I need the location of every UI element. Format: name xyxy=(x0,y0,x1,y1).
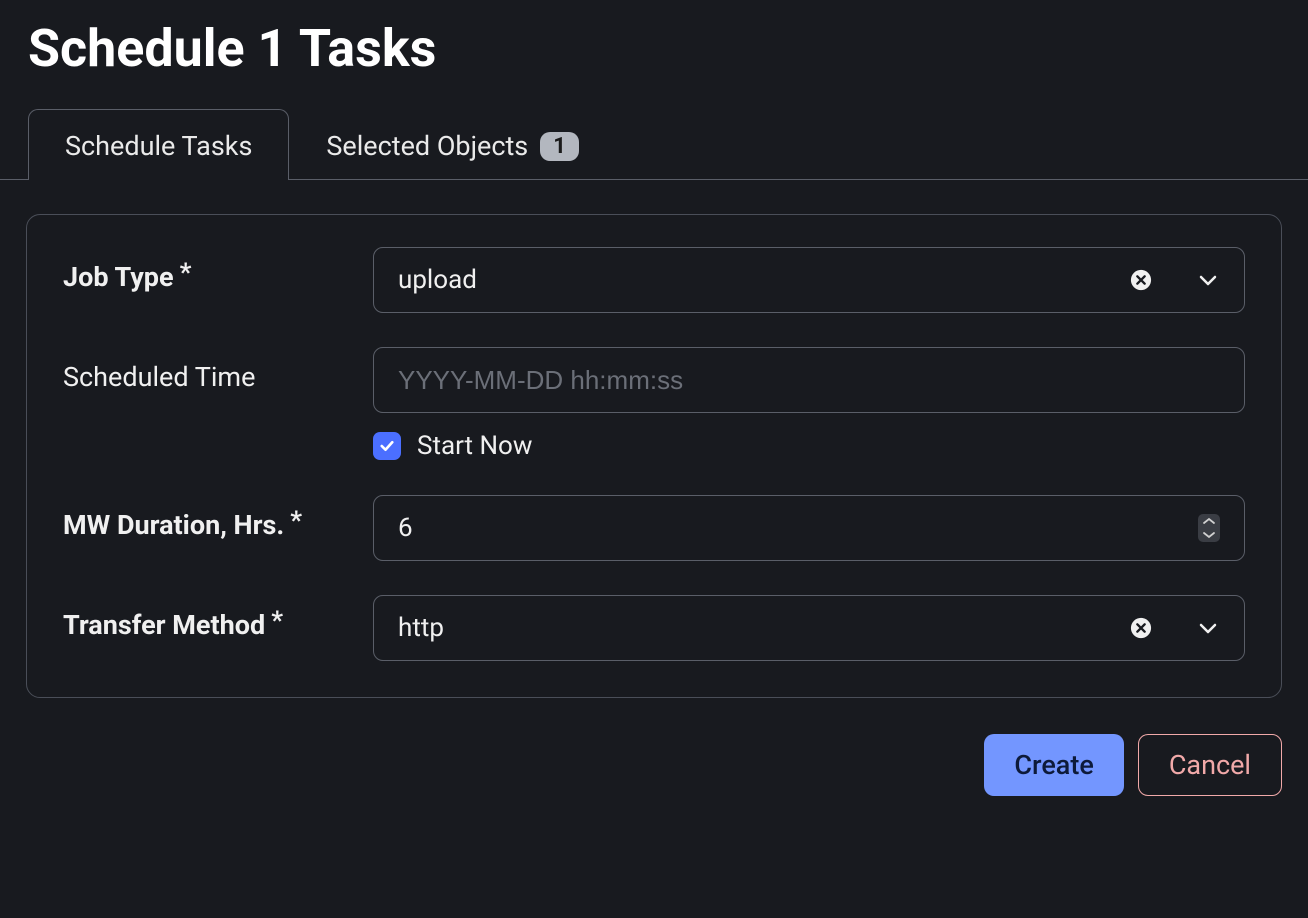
chevron-down-icon[interactable] xyxy=(1196,268,1220,292)
chevron-down-icon[interactable] xyxy=(1196,616,1220,640)
start-now-checkbox[interactable] xyxy=(373,432,401,460)
tabs-container: Schedule Tasks Selected Objects 1 xyxy=(0,109,1308,180)
label-scheduled-time: Scheduled Time xyxy=(63,347,373,393)
tab-selected-objects[interactable]: Selected Objects 1 xyxy=(325,109,579,180)
required-asterisk: * xyxy=(271,606,283,636)
transfer-method-select[interactable]: http xyxy=(373,595,1245,661)
page-title: Schedule 1 Tasks xyxy=(0,0,1308,109)
selected-objects-count-badge: 1 xyxy=(540,132,579,161)
form-panel: Job Type * upload Scheduled Time xyxy=(26,214,1282,698)
required-asterisk: * xyxy=(180,258,192,288)
label-job-type: Job Type * xyxy=(63,247,373,293)
job-type-value: upload xyxy=(398,265,1130,295)
active-tab-mask xyxy=(29,179,288,181)
label-job-type-text: Job Type xyxy=(63,261,174,293)
create-button[interactable]: Create xyxy=(984,734,1123,796)
tab-selected-objects-label: Selected Objects xyxy=(326,130,528,162)
label-scheduled-time-text: Scheduled Time xyxy=(63,361,255,393)
actions-row: Create Cancel xyxy=(0,698,1308,796)
mw-duration-input[interactable]: 6 xyxy=(373,495,1245,561)
clear-icon[interactable] xyxy=(1130,269,1152,291)
row-scheduled-time: Scheduled Time Start Now xyxy=(63,347,1245,461)
transfer-method-value: http xyxy=(398,613,1130,643)
job-type-select[interactable]: upload xyxy=(373,247,1245,313)
mw-duration-value: 6 xyxy=(398,513,1198,543)
start-now-label: Start Now xyxy=(417,431,532,461)
label-mw-duration-text: MW Duration, Hrs. xyxy=(63,509,284,541)
tab-schedule-tasks-label: Schedule Tasks xyxy=(65,130,252,162)
required-asterisk: * xyxy=(290,506,302,536)
row-mw-duration: MW Duration, Hrs. * 6 xyxy=(63,495,1245,561)
label-mw-duration: MW Duration, Hrs. * xyxy=(63,495,373,541)
label-transfer-method-text: Transfer Method xyxy=(63,609,265,641)
scheduled-time-input[interactable] xyxy=(373,347,1245,413)
stepper-down-icon[interactable] xyxy=(1198,528,1220,542)
clear-icon[interactable] xyxy=(1130,617,1152,639)
start-now-row: Start Now xyxy=(373,431,1245,461)
row-transfer-method: Transfer Method * http xyxy=(63,595,1245,661)
stepper-up-icon[interactable] xyxy=(1198,514,1220,528)
row-job-type: Job Type * upload xyxy=(63,247,1245,313)
tab-schedule-tasks[interactable]: Schedule Tasks xyxy=(28,109,289,180)
label-transfer-method: Transfer Method * xyxy=(63,595,373,641)
cancel-button[interactable]: Cancel xyxy=(1138,734,1282,796)
number-stepper xyxy=(1198,514,1220,542)
